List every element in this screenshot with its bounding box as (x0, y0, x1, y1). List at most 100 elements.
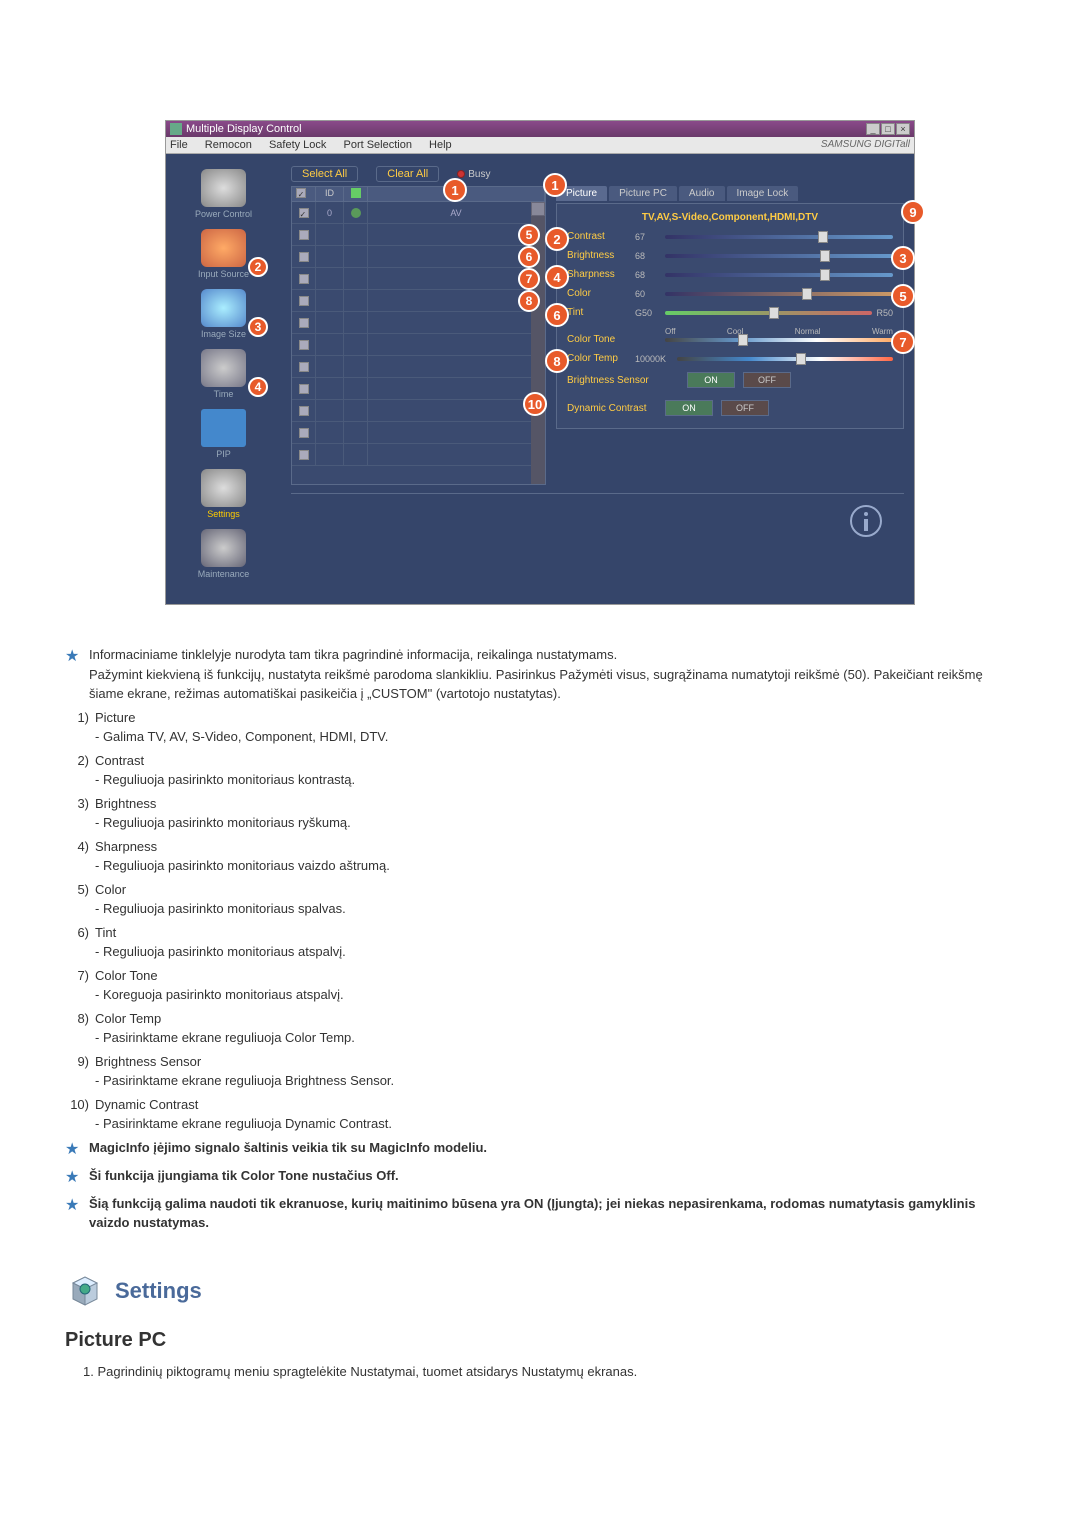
subsection-title: Picture PC (65, 1329, 1015, 1352)
tab-audio[interactable]: Audio (679, 186, 725, 201)
sidebar-item-label: Power Control (171, 209, 276, 219)
settings-icon (201, 469, 246, 507)
callout-8: 8 (545, 349, 569, 373)
table-row[interactable]: 8 (292, 290, 545, 312)
time-icon (201, 349, 246, 387)
row-checkbox[interactable] (299, 318, 309, 328)
row-input (368, 356, 545, 377)
input-source-icon (201, 229, 246, 267)
dynamic-contrast-off[interactable]: OFF (721, 400, 769, 416)
clear-all-button[interactable]: Clear All (376, 166, 439, 182)
busy-indicator: Busy (457, 169, 490, 180)
row-input (368, 334, 545, 355)
row-id: 0 (316, 202, 344, 223)
contrast-row: 2 Contrast 67 (567, 231, 893, 242)
row-checkbox[interactable] (299, 384, 309, 394)
callout-badge: 6 (518, 246, 540, 268)
row-checkbox[interactable] (299, 208, 309, 218)
brightness-slider[interactable] (665, 254, 893, 258)
sidebar-settings[interactable]: Settings (171, 469, 276, 519)
row-id (316, 356, 344, 377)
table-row[interactable] (292, 400, 545, 422)
col-id: ID (316, 187, 344, 201)
callout-badge: 5 (518, 224, 540, 246)
table-row[interactable]: 7 (292, 268, 545, 290)
tab-image-lock[interactable]: Image Lock (727, 186, 799, 201)
sharpness-slider[interactable] (665, 273, 893, 277)
table-row[interactable]: 0 AV (292, 202, 545, 224)
row-input (368, 312, 545, 333)
table-row[interactable]: 5 (292, 224, 545, 246)
star-icon: ★ (65, 645, 81, 704)
row-checkbox[interactable] (299, 362, 309, 372)
table-row[interactable] (292, 312, 545, 334)
tint-slider[interactable] (665, 311, 872, 315)
callout-7: 7 (891, 330, 915, 354)
callout-tabs: 1 (543, 173, 567, 197)
sidebar-input-source[interactable]: Input Source 2 (171, 229, 276, 279)
instructions-list: 1. Pagrindinių piktogramų meniu spragtel… (65, 1364, 1015, 1379)
close-icon[interactable]: × (896, 123, 910, 135)
table-row[interactable] (292, 444, 545, 466)
minimize-icon[interactable]: _ (866, 123, 880, 135)
pip-icon (201, 409, 246, 447)
sidebar-power-control[interactable]: Power Control (171, 169, 276, 219)
scroll-up-icon[interactable] (531, 202, 545, 216)
tab-picture-pc[interactable]: Picture PC (609, 186, 677, 201)
row-checkbox[interactable] (299, 252, 309, 262)
select-all-button[interactable]: Select All (291, 166, 358, 182)
table-row[interactable] (292, 422, 545, 444)
row-checkbox[interactable] (299, 230, 309, 240)
info-icon (848, 503, 884, 539)
note-item: ★MagicInfo įėjimo signalo šaltinis veiki… (65, 1138, 1015, 1162)
row-checkbox[interactable] (299, 450, 309, 460)
callout-badge: 8 (518, 290, 540, 312)
maximize-icon[interactable]: □ (881, 123, 895, 135)
row-id (316, 224, 344, 245)
row-checkbox[interactable] (299, 428, 309, 438)
row-checkbox[interactable] (299, 406, 309, 416)
row-checkbox[interactable] (299, 274, 309, 284)
callout-5: 5 (891, 284, 915, 308)
table-row[interactable]: 6 (292, 246, 545, 268)
sidebar-item-label: PIP (171, 449, 276, 459)
col-check (292, 187, 316, 201)
colortone-slider[interactable]: Off Cool Normal Warm (665, 338, 893, 342)
row-id (316, 268, 344, 289)
color-row: Color 60 5 (567, 288, 893, 299)
dynamic-contrast-row: 10 Dynamic Contrast ON OFF (567, 396, 893, 420)
table-row[interactable] (292, 334, 545, 356)
note-item: ★Šią funkciją galima naudoti tik ekranuo… (65, 1194, 1015, 1233)
table-row[interactable] (292, 378, 545, 400)
row-checkbox[interactable] (299, 296, 309, 306)
brightness-sensor-off[interactable]: OFF (743, 372, 791, 388)
sidebar-pip[interactable]: PIP (171, 409, 276, 459)
numbered-item: 1)Picture- Galima TV, AV, S-Video, Compo… (65, 708, 1015, 747)
status-dot (351, 208, 361, 218)
color-slider[interactable] (665, 292, 893, 296)
row-checkbox[interactable] (299, 340, 309, 350)
window-controls[interactable]: _□× (865, 123, 910, 135)
menu-remocon[interactable]: Remocon (205, 139, 252, 151)
instruction-item: 1. Pagrindinių piktogramų meniu spragtel… (83, 1364, 1015, 1379)
row-id (316, 312, 344, 333)
menu-file[interactable]: File (170, 139, 188, 151)
check-all[interactable] (296, 188, 306, 198)
colortemp-row: 8 Color Temp 10000K (567, 353, 893, 364)
sidebar-image-size[interactable]: Image Size 3 (171, 289, 276, 339)
table-row[interactable] (292, 356, 545, 378)
menu-safety-lock[interactable]: Safety Lock (269, 139, 326, 151)
brand-label: SAMSUNG DIGITall (821, 139, 910, 151)
contrast-slider[interactable] (665, 235, 893, 239)
colortemp-slider[interactable] (677, 357, 893, 361)
sidebar-time[interactable]: Time 4 (171, 349, 276, 399)
sidebar-maintenance[interactable]: Maintenance (171, 529, 276, 579)
dynamic-contrast-on[interactable]: ON (665, 400, 713, 416)
col-status (344, 187, 368, 201)
star-icon: ★ (65, 1138, 81, 1162)
brightness-sensor-on[interactable]: ON (687, 372, 735, 388)
callout-badge: 4 (248, 377, 268, 397)
numbered-item: 9)Brightness Sensor- Pasirinktame ekrane… (65, 1052, 1015, 1091)
menu-port-selection[interactable]: Port Selection (343, 139, 411, 151)
menu-help[interactable]: Help (429, 139, 452, 151)
